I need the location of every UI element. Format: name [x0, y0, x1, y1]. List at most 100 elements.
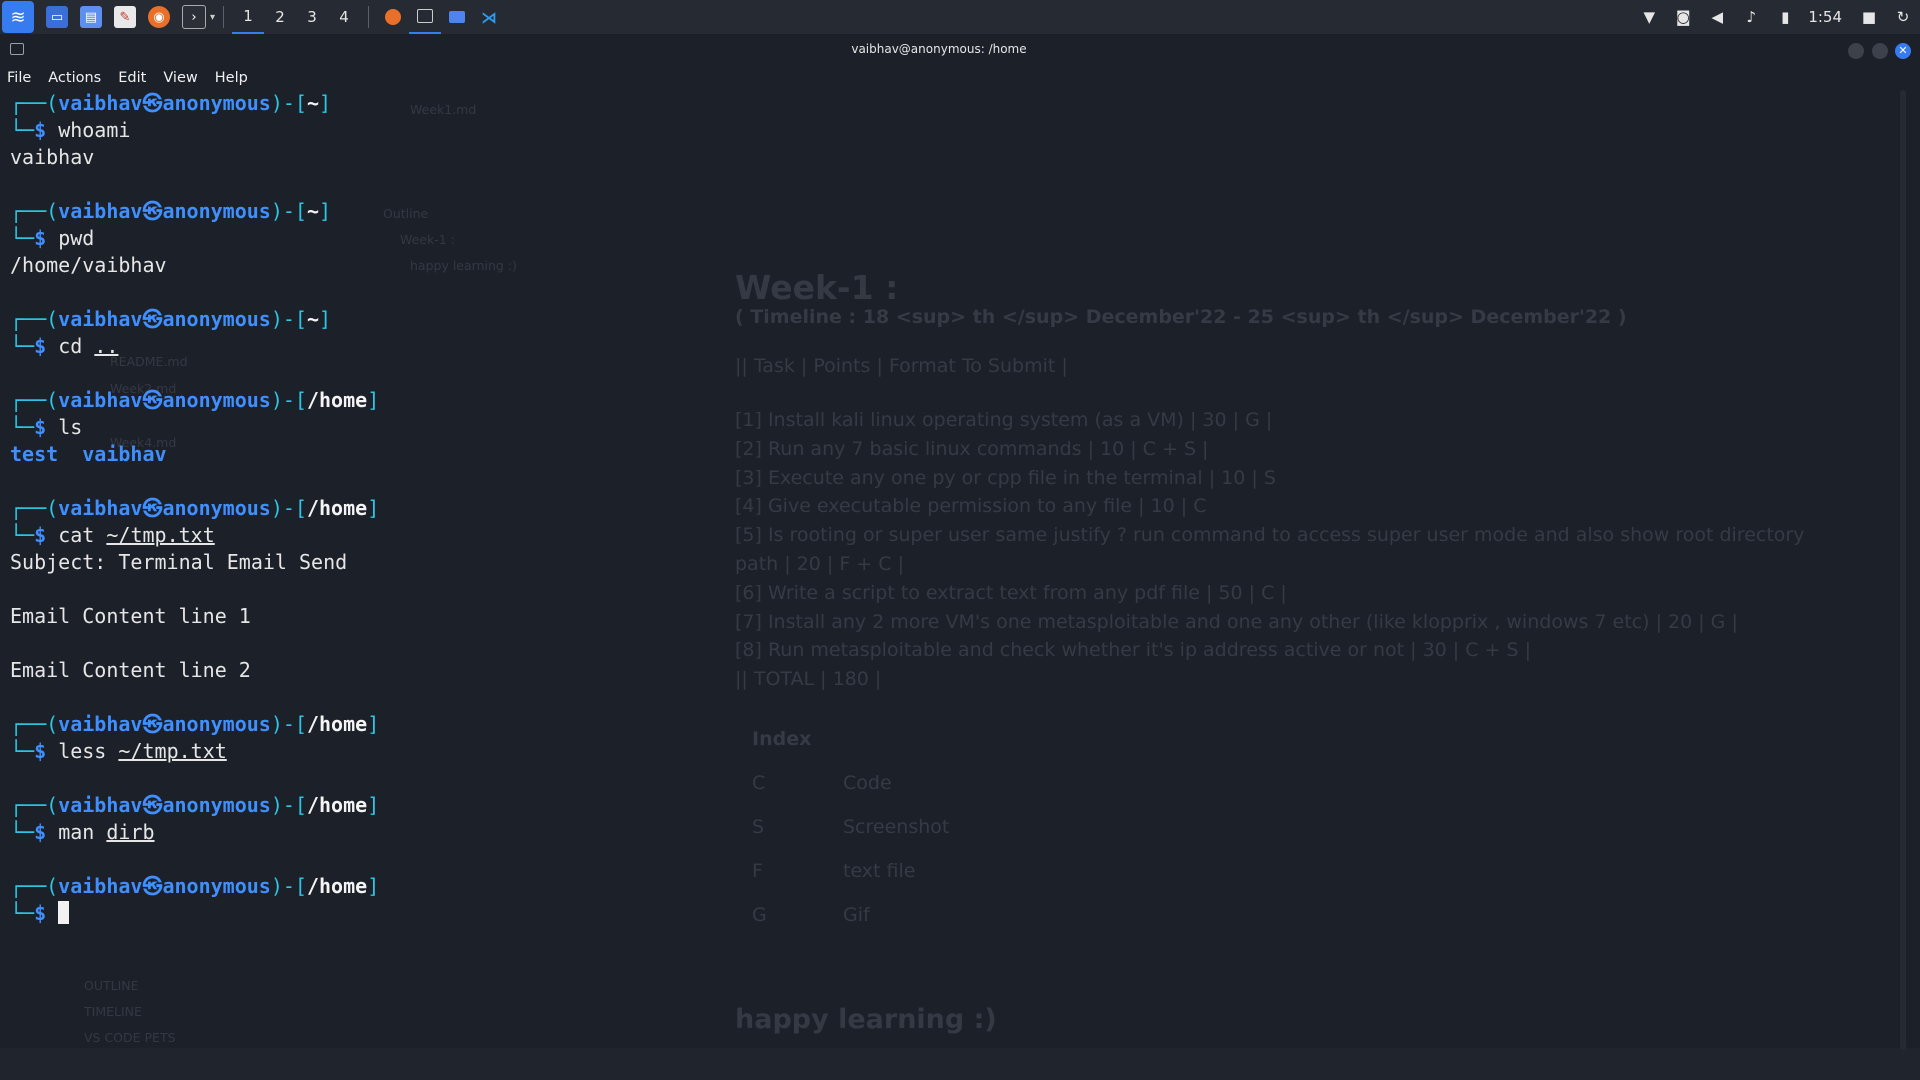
prompt-user: vaibhav: [58, 712, 143, 736]
menu-edit[interactable]: Edit: [118, 70, 146, 86]
prompt-frame: └─: [10, 523, 35, 547]
terminal-launcher-icon[interactable]: ›: [182, 5, 206, 29]
prompt-dir: /home: [306, 388, 368, 412]
workspace-1[interactable]: 1: [232, 0, 265, 34]
notification-bell-icon[interactable]: ♪: [1734, 0, 1768, 34]
ls-directory-entry: vaibhav: [82, 442, 167, 466]
prompt-separator-icon: ㉿: [142, 712, 163, 736]
kali-menu-icon[interactable]: ≋: [2, 1, 34, 33]
output-line: vaibhav: [10, 145, 95, 169]
maximize-button[interactable]: [1872, 43, 1888, 59]
power-icon[interactable]: ↻: [1886, 0, 1920, 34]
terminal-icon: [417, 9, 434, 23]
lock-icon[interactable]: ■: [1852, 0, 1886, 34]
workspace-2[interactable]: 2: [264, 0, 296, 34]
window-title: vaibhav@anonymous: /home: [851, 42, 1027, 56]
prompt-frame: ]: [367, 793, 380, 817]
task-firefox[interactable]: [377, 0, 409, 34]
prompt-frame: └─: [10, 226, 35, 250]
prompt-separator-icon: ㉿: [142, 793, 163, 817]
volume-icon[interactable]: ◀: [1700, 0, 1734, 34]
text-editor-icon[interactable]: ✎: [114, 6, 136, 28]
prompt-line: ┌──(vaibhav㉿anonymous)-[/home]: [10, 495, 1880, 522]
prompt-dollar: $: [34, 523, 47, 547]
chevron-down-icon[interactable]: ▾: [210, 12, 215, 23]
prompt-user: vaibhav: [58, 307, 143, 331]
task-terminal[interactable]: [409, 0, 442, 34]
menu-view[interactable]: View: [163, 70, 197, 86]
prompt-dollar: $: [34, 415, 47, 439]
task-vscode[interactable]: ⋊: [473, 0, 505, 34]
close-button[interactable]: ✕: [1895, 43, 1911, 59]
file-manager-icon[interactable]: ▤: [80, 6, 102, 28]
prompt-frame: └─: [10, 901, 35, 925]
task-file-manager[interactable]: [441, 0, 473, 34]
prompt-separator-icon: ㉿: [142, 199, 163, 223]
command-line: └─$ less ~/tmp.txt: [10, 738, 1880, 765]
prompt-user: vaibhav: [58, 793, 143, 817]
clock[interactable]: 1:54: [1802, 8, 1852, 26]
text-cursor[interactable]: [58, 901, 70, 924]
prompt-dollar: $: [34, 820, 47, 844]
prompt-dollar: $: [34, 739, 47, 763]
workspace-4[interactable]: 4: [328, 0, 360, 34]
command-text: cd: [58, 334, 83, 358]
prompt-dir: /home: [306, 793, 368, 817]
command-line: └─$ cd ..: [10, 333, 1880, 360]
minimize-button[interactable]: [1848, 43, 1864, 59]
prompt-frame: ]: [367, 712, 380, 736]
prompt-frame: └─: [10, 334, 35, 358]
prompt-host: anonymous: [162, 793, 271, 817]
prompt-frame: ┌──(: [10, 793, 59, 817]
taskbar-separator: [223, 6, 225, 28]
terminal-output[interactable]: ┌──(vaibhav㉿anonymous)-[~] └─$ whoami vaib…: [10, 90, 1880, 927]
menu-file[interactable]: File: [7, 70, 31, 86]
folder-icon: [449, 11, 466, 23]
prompt-line: ┌──(vaibhav㉿anonymous)-[/home]: [10, 387, 1880, 414]
prompt-dollar: $: [34, 334, 47, 358]
discord-icon[interactable]: ◙: [1666, 0, 1700, 34]
menu-help[interactable]: Help: [215, 70, 248, 86]
show-desktop-icon[interactable]: ▭: [46, 6, 68, 28]
prompt-host: anonymous: [162, 307, 271, 331]
command-line: └─$ whoami: [10, 117, 1880, 144]
prompt-separator-icon: ㉿: [142, 388, 163, 412]
battery-icon[interactable]: ▮: [1768, 0, 1802, 34]
firefox-icon: [385, 9, 402, 25]
prompt-line: ┌──(vaibhav㉿anonymous)-[/home]: [10, 792, 1880, 819]
prompt-separator-icon: ㉿: [142, 874, 163, 898]
prompt-frame: ┌──(: [10, 496, 59, 520]
menu-actions[interactable]: Actions: [48, 70, 101, 86]
scrollbar[interactable]: [1900, 90, 1906, 1050]
prompt-frame: )-[: [270, 91, 307, 115]
prompt-host: anonymous: [162, 712, 271, 736]
prompt-frame: )-[: [270, 712, 307, 736]
window-titlebar[interactable]: vaibhav@anonymous: /home ✕: [0, 34, 1920, 66]
prompt-frame: )-[: [270, 307, 307, 331]
command-text: man: [58, 820, 95, 844]
wifi-icon[interactable]: ▼: [1632, 0, 1666, 34]
prompt-line: ┌──(vaibhav㉿anonymous)-[~]: [10, 198, 1880, 225]
command-text: less: [58, 739, 107, 763]
prompt-dir: /home: [306, 874, 368, 898]
prompt-frame: ]: [319, 91, 332, 115]
prompt-frame: ┌──(: [10, 874, 59, 898]
command-text: cat: [58, 523, 95, 547]
workspace-3[interactable]: 3: [296, 0, 328, 34]
prompt-user: vaibhav: [58, 199, 143, 223]
firefox-icon[interactable]: ◉: [148, 6, 170, 28]
prompt-frame: ]: [367, 496, 380, 520]
prompt-dir: ~: [306, 307, 320, 331]
prompt-frame: └─: [10, 415, 35, 439]
